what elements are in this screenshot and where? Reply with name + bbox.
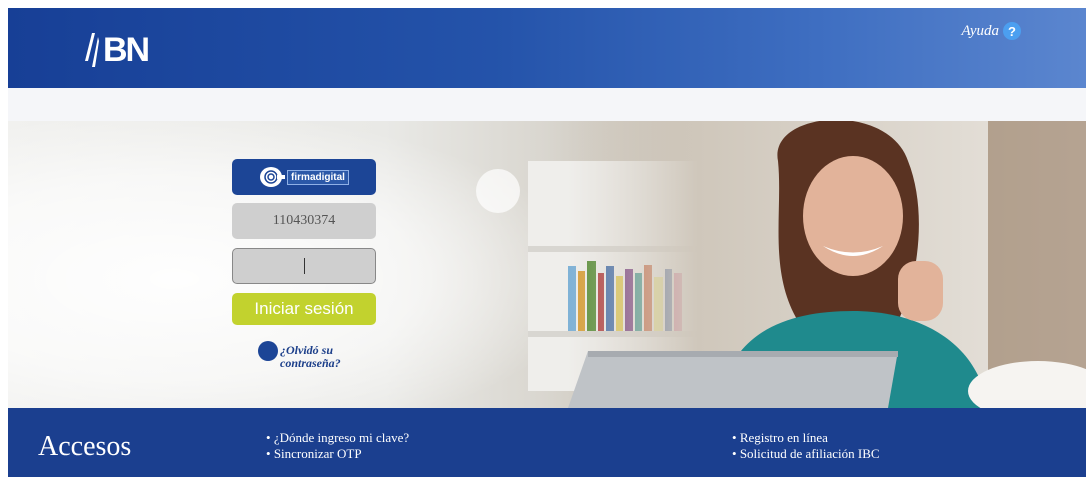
footer-links-left: ¿Dónde ingreso mi clave? Sincronizar OTP bbox=[266, 430, 409, 462]
forgot-password-label: ¿Olvidó su contraseña? bbox=[280, 343, 341, 370]
password-field[interactable] bbox=[232, 248, 376, 284]
logo-text: BN bbox=[103, 31, 150, 69]
firma-digital-button[interactable]: firmadigital bbox=[232, 159, 376, 195]
bn-logo[interactable]: BN bbox=[83, 30, 150, 70]
username-field[interactable]: 110430374 bbox=[232, 203, 376, 239]
forgot-password-icon bbox=[258, 341, 278, 361]
footer-links-right: Registro en línea Solicitud de afiliació… bbox=[732, 430, 880, 462]
question-circle-icon: ? bbox=[1003, 22, 1021, 40]
footer-link-solicitud-ibc[interactable]: Solicitud de afiliación IBC bbox=[732, 446, 880, 462]
footer-link-registro[interactable]: Registro en línea bbox=[732, 430, 880, 446]
firma-digital-label: firmadigital bbox=[287, 169, 349, 185]
footer-link-donde-ingreso[interactable]: ¿Dónde ingreso mi clave? bbox=[266, 430, 409, 446]
footer: Accesos ¿Dónde ingreso mi clave? Sincron… bbox=[8, 408, 1086, 477]
woman-laptop-image bbox=[568, 121, 1086, 408]
text-cursor bbox=[303, 258, 305, 274]
page: BN Ayuda ? firmadigital 110430374 Inicia… bbox=[8, 8, 1086, 477]
header: BN Ayuda ? bbox=[8, 8, 1086, 88]
login-button[interactable]: Iniciar sesión bbox=[232, 293, 376, 325]
firma-digital-icon bbox=[260, 167, 286, 187]
footer-title: Accesos bbox=[38, 431, 132, 462]
header-strip bbox=[8, 88, 1086, 121]
help-link[interactable]: Ayuda ? bbox=[961, 22, 1021, 40]
logo-mark-icon bbox=[85, 33, 99, 67]
login-form: firmadigital 110430374 Iniciar sesión ¿O… bbox=[232, 159, 376, 370]
help-label: Ayuda bbox=[961, 22, 1000, 39]
hero-banner: firmadigital 110430374 Iniciar sesión ¿O… bbox=[8, 121, 1086, 408]
footer-link-sincronizar-otp[interactable]: Sincronizar OTP bbox=[266, 446, 409, 462]
forgot-password-link[interactable]: ¿Olvidó su contraseña? bbox=[258, 341, 376, 370]
